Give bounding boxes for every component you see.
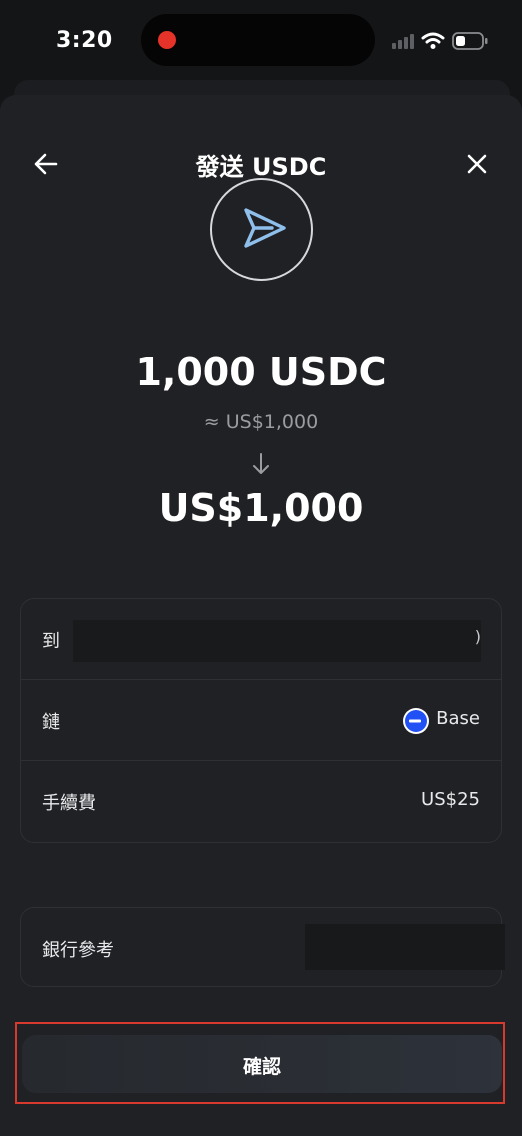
close-icon [467,154,487,174]
recipient-row: 到 ) [21,599,501,680]
bank-reference-redacted [305,924,505,970]
status-bar: 3:20 [0,0,522,80]
fee-value: US$25 [421,789,480,810]
fee-label: 手續費 [42,793,96,814]
send-badge [210,178,313,281]
send-sheet: 發送 USDC 1,000 USDC ≈ US$1,000 US$1,000 到… [0,95,522,1136]
crypto-amount: 1,000 USDC [135,350,387,394]
dynamic-island [141,14,375,66]
recipient-label: 到 [42,631,60,652]
chain-label: 鏈 [42,712,60,733]
bank-reference-label: 銀行參考 [42,940,114,961]
recording-indicator-icon [158,31,176,49]
confirm-button[interactable]: 確認 [22,1035,502,1093]
chain-row: 鏈 Base [21,680,501,761]
arrow-down-icon [253,453,269,474]
bank-reference-row: 銀行參考 [21,908,505,989]
fee-row: 手續費 US$25 [21,761,501,842]
recipient-redacted [73,620,481,662]
status-icons [392,30,492,52]
page-title: 發送 USDC [195,153,327,181]
approx-value: ≈ US$1,000 [203,411,319,433]
send-icon [244,208,286,248]
fiat-amount: US$1,000 [158,486,364,530]
bank-reference-card[interactable]: 銀行參考 [20,907,505,989]
signal-wifi-battery-icon [392,32,488,50]
chain-value: Base [436,708,480,729]
confirm-label: 確認 [242,1056,281,1078]
transfer-details-card: 到 ) 鏈 Base 手續費 US$25 [20,598,502,843]
recipient-value-tail: ) [474,627,481,646]
close-button[interactable] [458,147,496,181]
status-time: 3:20 [56,28,113,53]
screen: 3:20 發送 USDC 1,000 USDC ≈ US$1,000 US$1,… [0,0,522,1136]
base-logo-icon [403,708,429,734]
